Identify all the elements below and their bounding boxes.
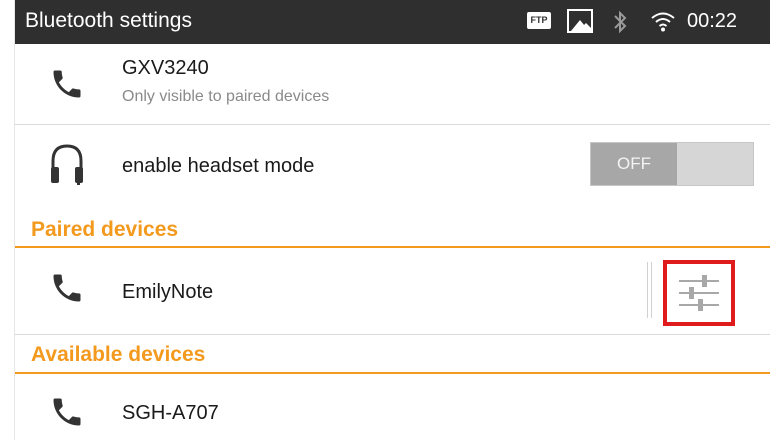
available-devices-header: Available devices xyxy=(31,343,206,366)
divider xyxy=(15,334,770,335)
device-settings-button[interactable] xyxy=(663,260,735,326)
toggle-off-label: OFF xyxy=(591,143,677,185)
headset-mode-toggle[interactable]: OFF xyxy=(590,142,754,186)
settings-sliders-icon xyxy=(679,275,719,311)
wifi-icon xyxy=(650,10,676,37)
headset-icon xyxy=(47,141,87,192)
image-icon xyxy=(567,9,593,33)
this-device-row[interactable]: GXV3240 Only visible to paired devices xyxy=(15,44,770,124)
headset-mode-label: enable headset mode xyxy=(122,155,315,177)
paired-devices-header: Paired devices xyxy=(31,218,179,241)
page-title: Bluetooth settings xyxy=(25,9,192,32)
bluetooth-icon xyxy=(613,10,627,39)
bluetooth-settings-screen: Bluetooth settings FTP 00:22 GXV3240 Onl… xyxy=(14,0,770,440)
available-device-row[interactable]: SGH-A707 xyxy=(15,374,770,440)
phone-icon xyxy=(49,66,85,107)
device-name: GXV3240 xyxy=(122,57,209,79)
paired-device-name: EmilyNote xyxy=(122,281,214,303)
ftp-icon: FTP xyxy=(527,12,551,29)
paired-device-row[interactable]: EmilyNote xyxy=(15,248,770,334)
device-visibility: Only visible to paired devices xyxy=(122,88,330,105)
status-bar: Bluetooth settings FTP 00:22 xyxy=(15,0,770,44)
row-separator xyxy=(647,262,652,318)
available-device-name: SGH-A707 xyxy=(122,402,219,424)
phone-icon xyxy=(49,270,85,311)
phone-icon xyxy=(49,394,85,435)
clock: 00:22 xyxy=(687,10,738,32)
